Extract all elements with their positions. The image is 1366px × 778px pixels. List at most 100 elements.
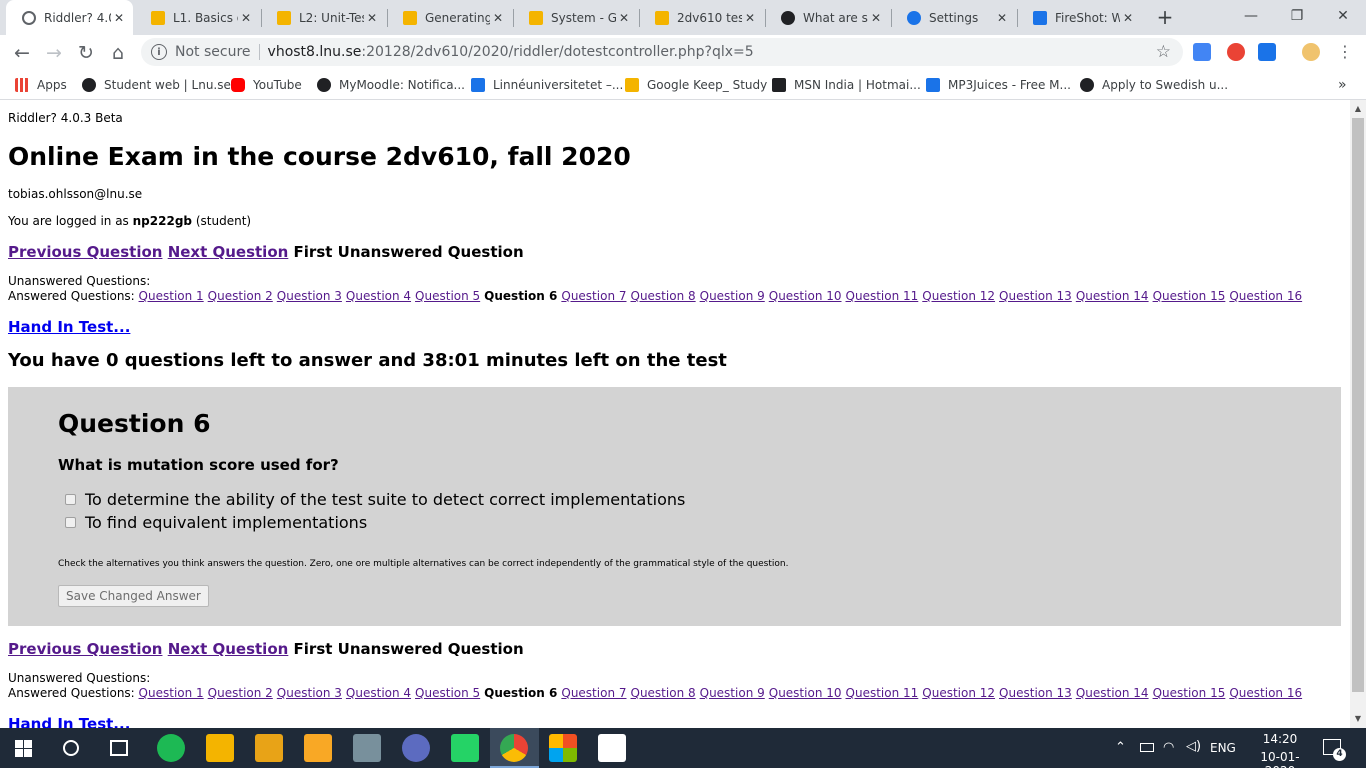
forward-button[interactable]: → [40,39,68,67]
tab-generating[interactable]: Generating ✕ [387,0,512,35]
tab-riddler[interactable]: Riddler? 4.0 ✕ [6,0,133,35]
next-question-link[interactable]: Next Question [168,640,289,658]
question-link[interactable]: Question 2 [208,289,273,303]
chevron-up-icon[interactable]: ⌃ [1115,740,1126,755]
alternative-option[interactable]: To determine the ability of the test sui… [65,490,685,509]
back-button[interactable]: ← [8,39,36,67]
tab-settings[interactable]: Settings ✕ [891,0,1016,35]
address-bar[interactable]: i Not secure vhost8.lnu.se:20128/2dv610/… [141,38,1183,66]
question-link[interactable]: Question 14 [1076,289,1149,303]
close-tab-icon[interactable]: ✕ [111,11,127,25]
translate-icon[interactable] [1193,43,1211,61]
file-explorer-doc-icon[interactable] [206,734,234,762]
question-link[interactable]: Question 7 [561,686,626,700]
question-link[interactable]: Question 13 [999,686,1072,700]
bookmark-google-keep[interactable]: Google Keep_ Study [625,76,767,94]
question-link[interactable]: Question 9 [700,289,765,303]
question-link[interactable]: Question 13 [999,289,1072,303]
battery-icon[interactable] [1140,743,1154,752]
hand-in-test-link[interactable]: Hand In Test... [8,715,130,728]
question-link[interactable]: Question 11 [846,289,919,303]
alternative-label[interactable]: To find equivalent implementations [85,513,367,532]
question-link[interactable]: Question 5 [415,686,480,700]
close-tab-icon[interactable]: ✕ [616,11,632,25]
question-link[interactable]: Question 8 [631,289,696,303]
question-link[interactable]: Question 1 [139,686,204,700]
question-link[interactable]: Question 11 [846,686,919,700]
question-link[interactable]: Question 12 [922,289,995,303]
close-tab-icon[interactable]: ✕ [364,11,380,25]
bookmark-apply-swedish[interactable]: Apply to Swedish u... [1080,76,1228,94]
bookmark-youtube[interactable]: YouTube [231,76,302,94]
scroll-down-arrow[interactable]: ▼ [1350,712,1366,726]
previous-question-link[interactable]: Previous Question [8,640,162,658]
question-link[interactable]: Question 15 [1153,289,1226,303]
close-tab-icon[interactable]: ✕ [742,11,758,25]
search-icon[interactable] [63,740,79,756]
question-link[interactable]: Question 4 [346,686,411,700]
hand-in-test-link[interactable]: Hand In Test... [8,318,130,336]
tab-system[interactable]: System - Gc ✕ [513,0,638,35]
question-link[interactable]: Question 15 [1153,686,1226,700]
windows-start-icon[interactable] [15,740,32,757]
volume-icon[interactable]: ◁) [1186,739,1201,754]
language-indicator[interactable]: ENG [1210,741,1236,755]
tab-l2-unit-tests[interactable]: L2: Unit-Tes ✕ [261,0,386,35]
question-link[interactable]: Question 1 [139,289,204,303]
minimize-button[interactable]: — [1228,0,1274,32]
close-tab-icon[interactable]: ✕ [238,11,254,25]
close-tab-icon[interactable]: ✕ [490,11,506,25]
shield-app-icon[interactable] [304,734,332,762]
media-player-icon[interactable] [402,734,430,762]
alternative-option[interactable]: To find equivalent implementations [65,513,367,532]
tab-2dv610-test[interactable]: 2dv610 test ✕ [639,0,764,35]
notepad-icon[interactable] [353,734,381,762]
fireshot-extension-icon[interactable] [1258,43,1276,61]
tab-fireshot[interactable]: FireShot: W ✕ [1017,0,1142,35]
reload-button[interactable]: ↻ [72,39,100,67]
page-scrollbar[interactable]: ▲ ▼ [1350,100,1366,728]
question-link[interactable]: Question 2 [208,686,273,700]
chrome-taskbar-button[interactable] [490,728,539,768]
avatar[interactable] [1302,43,1320,61]
close-tab-icon[interactable]: ✕ [994,11,1010,25]
restore-button[interactable]: ❐ [1274,0,1320,32]
question-link[interactable]: Question 16 [1229,686,1302,700]
close-window-button[interactable]: ✕ [1320,0,1366,32]
bookmark-mymoodle[interactable]: MyMoodle: Notifica... [317,76,465,94]
question-link[interactable]: Question 16 [1229,289,1302,303]
question-link[interactable]: Question 9 [700,686,765,700]
tab-what-are[interactable]: What are sc ✕ [765,0,890,35]
bookmark-star-icon[interactable]: ☆ [1156,42,1171,62]
home-button[interactable]: ⌂ [104,39,132,67]
scrollbar-thumb[interactable] [1352,118,1364,692]
whatsapp-icon[interactable] [451,734,479,762]
bookmarks-overflow-button[interactable]: » [1338,76,1347,94]
task-view-icon[interactable] [110,740,128,756]
bookmark-linneuniversitetet[interactable]: Linnéuniversitetet –... [471,76,623,94]
question-link[interactable]: Question 4 [346,289,411,303]
question-link[interactable]: Question 10 [769,289,842,303]
bookmark-mp3juices[interactable]: MP3Juices - Free M... [926,76,1071,94]
clock-date[interactable]: 10-01-2020 [1246,750,1314,778]
bookmark-student-web[interactable]: Student web | Lnu.se [82,76,231,94]
question-link[interactable]: Question 5 [415,289,480,303]
extension-red-icon[interactable] [1227,43,1245,61]
menu-kebab-icon[interactable]: ⋮ [1336,43,1354,61]
alternative-label[interactable]: To determine the ability of the test sui… [85,490,685,509]
close-tab-icon[interactable]: ✕ [1120,11,1136,25]
folder-icon[interactable] [255,734,283,762]
save-changed-answer-button[interactable]: Save Changed Answer [58,585,209,607]
clock-time[interactable]: 14:20 [1252,732,1308,746]
question-link[interactable]: Question 10 [769,686,842,700]
photos-icon[interactable] [598,734,626,762]
tab-l1-basics[interactable]: L1. Basics o ✕ [135,0,260,35]
office-icon[interactable] [549,734,577,762]
question-link[interactable]: Question 14 [1076,686,1149,700]
previous-question-link[interactable]: Previous Question [8,243,162,261]
bookmark-apps[interactable]: Apps [15,76,67,94]
bookmark-msn[interactable]: MSN India | Hotmai... [772,76,921,94]
question-link[interactable]: Question 12 [922,686,995,700]
question-link[interactable]: Question 8 [631,686,696,700]
info-icon[interactable]: i [151,44,167,60]
